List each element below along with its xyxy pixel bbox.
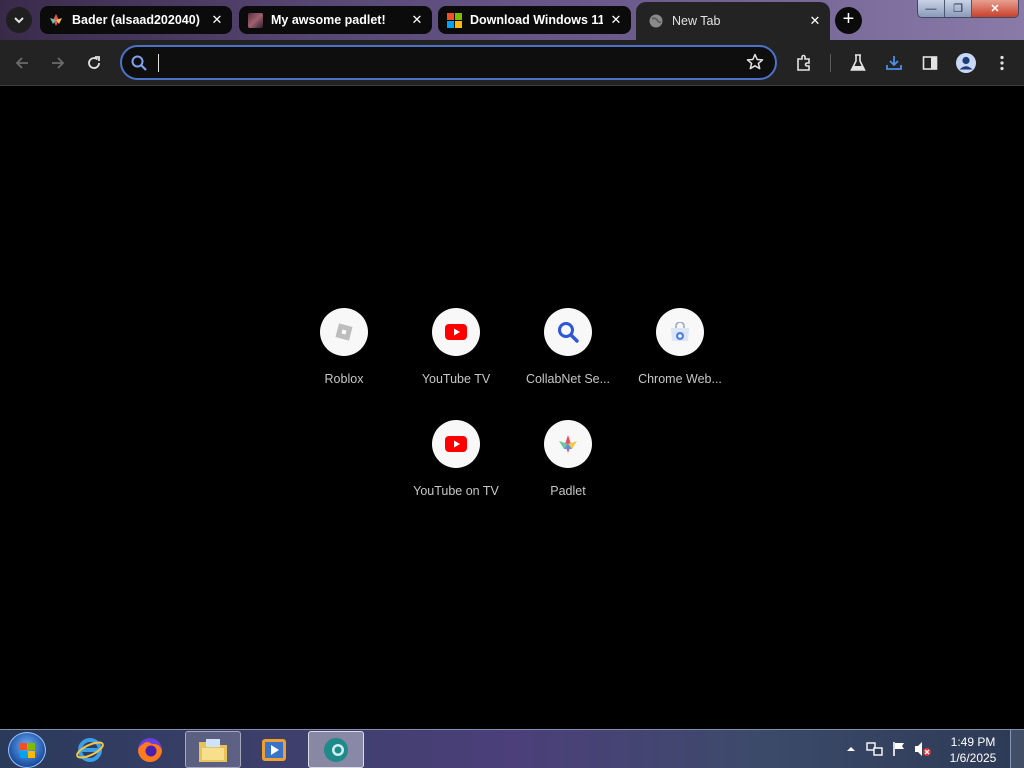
tab-title: My awsome padlet! <box>271 13 386 27</box>
menu-button[interactable] <box>990 51 1014 75</box>
action-center-tray[interactable] <box>890 740 908 758</box>
shortcut-youtube-tv[interactable]: YouTube TV <box>400 308 512 420</box>
taskbar-file-explorer[interactable] <box>185 731 241 768</box>
tab-my-padlet[interactable]: My awsome padlet! ✕ <box>239 6 432 34</box>
shortcut-youtube-on-tv[interactable]: YouTube on TV <box>400 420 512 532</box>
youtube-icon <box>445 436 467 452</box>
toolbar-divider <box>830 54 831 72</box>
shortcut-tile <box>320 308 368 356</box>
magnifier-icon <box>558 322 579 343</box>
shortcut-label: YouTube on TV <box>413 484 499 498</box>
shortcut-label: Roblox <box>324 372 364 386</box>
shortcut-roblox[interactable]: Roblox <box>288 308 400 420</box>
chevron-down-icon <box>14 17 24 24</box>
tab-title: Bader (alsaad202040) p <box>72 13 204 27</box>
youtube-icon <box>445 324 467 340</box>
taskbar-internet-explorer[interactable] <box>62 731 118 768</box>
shortcut-tile <box>656 308 704 356</box>
shortcut-label: CollabNet Se... <box>525 372 611 386</box>
roblox-icon <box>335 323 353 341</box>
download-icon <box>886 56 902 70</box>
volume-muted-icon <box>915 742 931 756</box>
maximize-button[interactable]: ❐ <box>945 0 972 17</box>
clock-date: 1/6/2025 <box>949 751 997 765</box>
profile-button[interactable] <box>954 51 978 75</box>
internet-explorer-icon <box>76 737 104 762</box>
tab-search-button[interactable] <box>6 7 32 33</box>
volume-tray[interactable] <box>914 740 932 758</box>
reload-button[interactable] <box>82 51 106 75</box>
flask-icon <box>850 54 866 71</box>
tab-title: Download Windows 11 <box>470 13 603 27</box>
start-button[interactable] <box>8 732 46 768</box>
kebab-menu-icon <box>1000 55 1004 71</box>
media-player-icon <box>262 738 286 761</box>
side-panel-button[interactable] <box>918 51 942 75</box>
tab-strip: Bader (alsaad202040) p ✕ My awsome padle… <box>0 0 1024 40</box>
back-button[interactable] <box>10 51 34 75</box>
image-thumbnail-icon <box>247 12 263 28</box>
flag-icon <box>893 742 904 756</box>
globe-icon <box>648 13 664 29</box>
downloads-button[interactable] <box>882 51 906 75</box>
chrome-app-icon <box>324 737 348 762</box>
shortcut-collabnet[interactable]: CollabNet Se... <box>512 308 624 420</box>
omnibox <box>120 45 777 80</box>
padlet-icon <box>559 435 577 453</box>
shortcut-padlet[interactable]: Padlet <box>512 420 624 532</box>
show-hidden-icons-button[interactable] <box>842 740 860 758</box>
labs-button[interactable] <box>846 51 870 75</box>
shortcut-tile <box>432 308 480 356</box>
arrow-left-icon <box>15 57 28 69</box>
tab-new-tab[interactable]: New Tab ✕ <box>636 2 830 40</box>
firefox-icon <box>138 737 162 762</box>
windows-orb-icon <box>20 743 35 758</box>
padlet-icon <box>48 12 64 28</box>
address-input[interactable] <box>156 53 736 73</box>
tab-close-button[interactable]: ✕ <box>609 12 623 28</box>
taskbar-media-player[interactable] <box>246 731 302 768</box>
new-tab-button[interactable]: + <box>835 7 862 34</box>
file-explorer-icon <box>199 738 227 762</box>
tab-close-button[interactable]: ✕ <box>410 12 424 28</box>
network-tray[interactable] <box>866 740 884 758</box>
tab-close-button[interactable]: ✕ <box>210 12 224 28</box>
tab-title: New Tab <box>672 14 721 28</box>
avatar-icon <box>956 53 976 73</box>
minimize-button[interactable]: — <box>918 0 945 17</box>
window-controls: — ❐ ✕ <box>917 0 1019 18</box>
taskbar-chrome[interactable] <box>308 731 364 768</box>
show-desktop-button[interactable] <box>1010 730 1024 768</box>
shortcut-chrome-web-store[interactable]: Chrome Web... <box>624 308 736 420</box>
arrow-right-icon <box>52 57 65 69</box>
side-panel-icon <box>922 56 938 70</box>
shortcut-label: YouTube TV <box>421 372 491 386</box>
chrome-web-store-icon <box>671 322 689 341</box>
shortcut-label: Chrome Web... <box>638 372 722 386</box>
shortcut-tile <box>544 308 592 356</box>
text-cursor <box>158 54 159 72</box>
close-window-button[interactable]: ✕ <box>972 0 1018 17</box>
system-clock[interactable]: 1:49 PM 1/6/2025 <box>940 734 1006 766</box>
shortcut-tile <box>544 420 592 468</box>
puzzle-icon <box>797 54 810 71</box>
taskbar-firefox[interactable] <box>122 731 178 768</box>
bookmark-star-icon[interactable] <box>746 53 764 76</box>
tab-close-button[interactable]: ✕ <box>808 13 822 29</box>
browser-toolbar <box>0 40 1024 86</box>
tab-padlet-profile[interactable]: Bader (alsaad202040) p ✕ <box>40 6 232 34</box>
reload-icon <box>88 56 100 69</box>
search-icon <box>130 54 148 77</box>
chevron-up-icon <box>847 747 855 751</box>
shortcut-tile <box>432 420 480 468</box>
tab-download-windows[interactable]: Download Windows 11 ✕ <box>438 6 631 34</box>
network-icon <box>866 742 883 756</box>
shortcut-label: Padlet <box>550 484 586 498</box>
extensions-button[interactable] <box>792 51 816 75</box>
windows-taskbar: 1:49 PM 1/6/2025 <box>0 729 1024 768</box>
windows-logo-icon <box>446 12 462 28</box>
forward-button[interactable] <box>46 51 70 75</box>
clock-time: 1:49 PM <box>950 735 996 749</box>
